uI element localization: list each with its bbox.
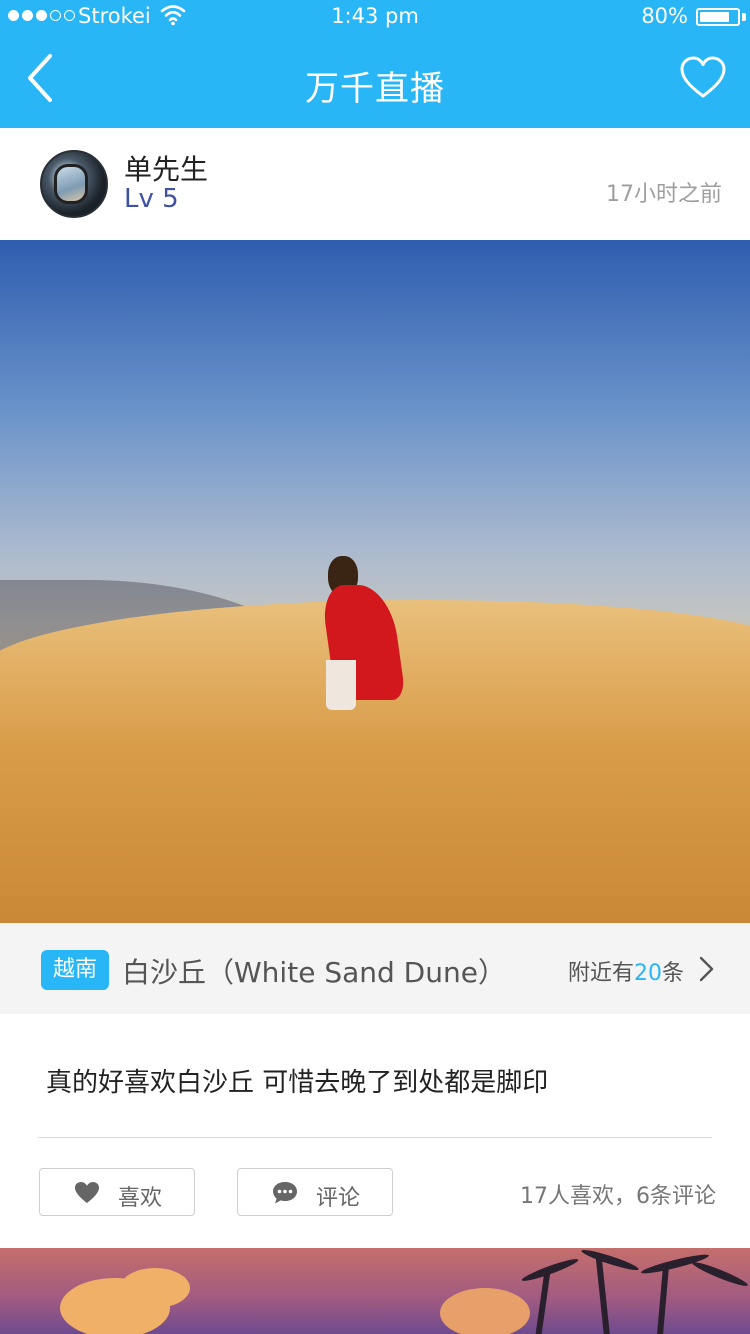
location-name: 白沙丘（White Sand Dune） <box>122 956 506 989</box>
nearby-count-link[interactable]: 附近有20条 <box>568 955 684 987</box>
avatar[interactable] <box>40 150 108 218</box>
top-bar: Strokei 1:43 pm 80% 万千直播 <box>0 0 750 128</box>
post-photo[interactable] <box>0 240 750 923</box>
location-bar[interactable]: 越南 白沙丘（White Sand Dune） 附近有20条 <box>0 923 750 1014</box>
author-level: Lv 5 <box>124 184 179 214</box>
post-author-row[interactable]: 单先生 Lv 5 17小时之前 <box>0 128 750 240</box>
like-button[interactable]: 喜欢 <box>39 1168 195 1216</box>
post-text: 真的好喜欢白沙丘 可惜去晚了到处都是脚印 <box>46 1068 549 1098</box>
country-tag: 越南 <box>41 950 109 990</box>
post-timestamp: 17小时之前 <box>606 182 722 207</box>
author-name[interactable]: 单先生 <box>124 148 208 188</box>
battery-percentage: 80% <box>641 4 688 28</box>
favorite-heart-button[interactable] <box>680 56 726 102</box>
comment-button[interactable]: 评论 <box>237 1168 393 1216</box>
nearby-prefix: 附近有 <box>567 961 634 986</box>
heart-icon <box>75 1182 99 1203</box>
next-post-photo[interactable] <box>0 1248 750 1334</box>
battery-icon <box>696 8 740 26</box>
navigation-bar: 万千直播 <box>0 34 750 128</box>
nearby-suffix: 条 <box>661 961 684 986</box>
nearby-count: 20 <box>633 961 662 986</box>
page-title: 万千直播 <box>305 69 445 109</box>
status-time: 1:43 pm <box>331 4 419 28</box>
like-button-label: 喜欢 <box>118 1186 163 1211</box>
comment-button-label: 评论 <box>316 1186 361 1211</box>
post-stats: 17人喜欢，6条评论 <box>520 1184 716 1209</box>
divider <box>38 1137 712 1138</box>
comment-bubble-icon <box>273 1182 297 1204</box>
status-bar: Strokei 1:43 pm 80% <box>0 0 750 34</box>
chevron-right-icon[interactable] <box>696 955 716 983</box>
